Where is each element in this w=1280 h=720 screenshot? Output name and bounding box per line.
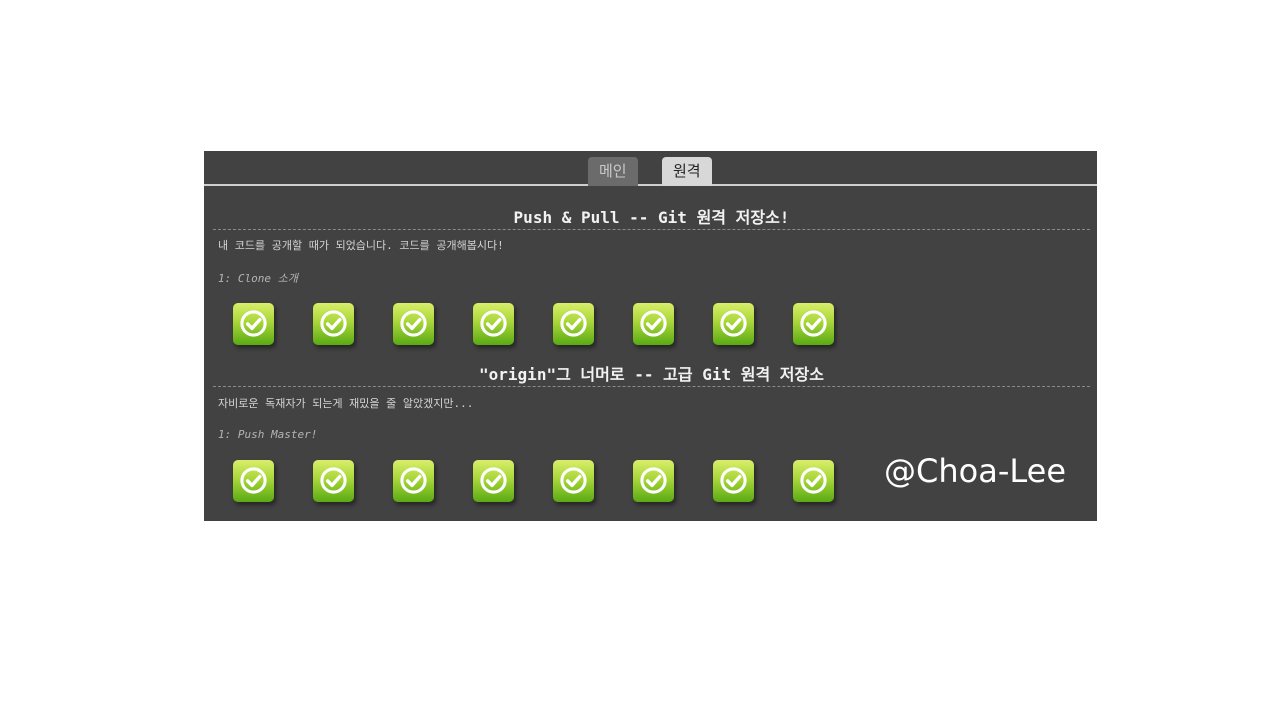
level-label: 1: Clone 소개 bbox=[218, 272, 298, 285]
tab-bar: 메인 원격 bbox=[204, 151, 1097, 186]
watermark: @Choa-Lee bbox=[884, 452, 1066, 490]
level-button[interactable] bbox=[713, 460, 754, 502]
level-button[interactable] bbox=[633, 460, 674, 502]
level-button[interactable] bbox=[713, 303, 754, 345]
section-title-push-pull: Push & Pull -- Git 원격 저장소! bbox=[513, 208, 790, 227]
section-divider bbox=[213, 229, 1090, 230]
checkmark-circle-icon bbox=[400, 467, 427, 494]
checkmark-circle-icon bbox=[640, 310, 667, 337]
level-button[interactable] bbox=[473, 460, 514, 502]
checkmark-circle-icon bbox=[800, 467, 827, 494]
level-button[interactable] bbox=[393, 303, 434, 345]
checkmark-circle-icon bbox=[800, 310, 827, 337]
checkmark-circle-icon bbox=[480, 467, 507, 494]
level-button[interactable] bbox=[393, 460, 434, 502]
checkmark-circle-icon bbox=[240, 310, 267, 337]
section-title-origin: "origin"그 너머로 -- 고급 Git 원격 저장소 bbox=[479, 365, 824, 384]
checkmark-circle-icon bbox=[560, 310, 587, 337]
section-description: 자비로운 독재자가 되는게 재밌을 줄 알았겠지만... bbox=[218, 397, 474, 410]
level-button[interactable] bbox=[793, 460, 834, 502]
tab-remote[interactable]: 원격 bbox=[662, 157, 712, 186]
checkmark-circle-icon bbox=[720, 310, 747, 337]
checkmark-circle-icon bbox=[240, 467, 267, 494]
checkmark-circle-icon bbox=[480, 310, 507, 337]
level-button[interactable] bbox=[633, 303, 674, 345]
level-button[interactable] bbox=[553, 303, 594, 345]
level-button[interactable] bbox=[233, 303, 274, 345]
level-button[interactable] bbox=[313, 303, 354, 345]
level-label: 1: Push Master! bbox=[218, 428, 318, 441]
checkmark-circle-icon bbox=[720, 467, 747, 494]
checkmark-circle-icon bbox=[320, 467, 347, 494]
checkmark-circle-icon bbox=[400, 310, 427, 337]
level-button[interactable] bbox=[553, 460, 594, 502]
level-button[interactable] bbox=[473, 303, 514, 345]
checkmark-circle-icon bbox=[320, 310, 347, 337]
section-divider bbox=[213, 386, 1090, 387]
section-description: 내 코드를 공개할 때가 되었습니다. 코드를 공개해봅시다! bbox=[218, 239, 504, 252]
level-button[interactable] bbox=[233, 460, 274, 502]
checkmark-circle-icon bbox=[640, 467, 667, 494]
level-button[interactable] bbox=[313, 460, 354, 502]
tab-main[interactable]: 메인 bbox=[588, 157, 638, 186]
checkmark-circle-icon bbox=[560, 467, 587, 494]
level-button[interactable] bbox=[793, 303, 834, 345]
